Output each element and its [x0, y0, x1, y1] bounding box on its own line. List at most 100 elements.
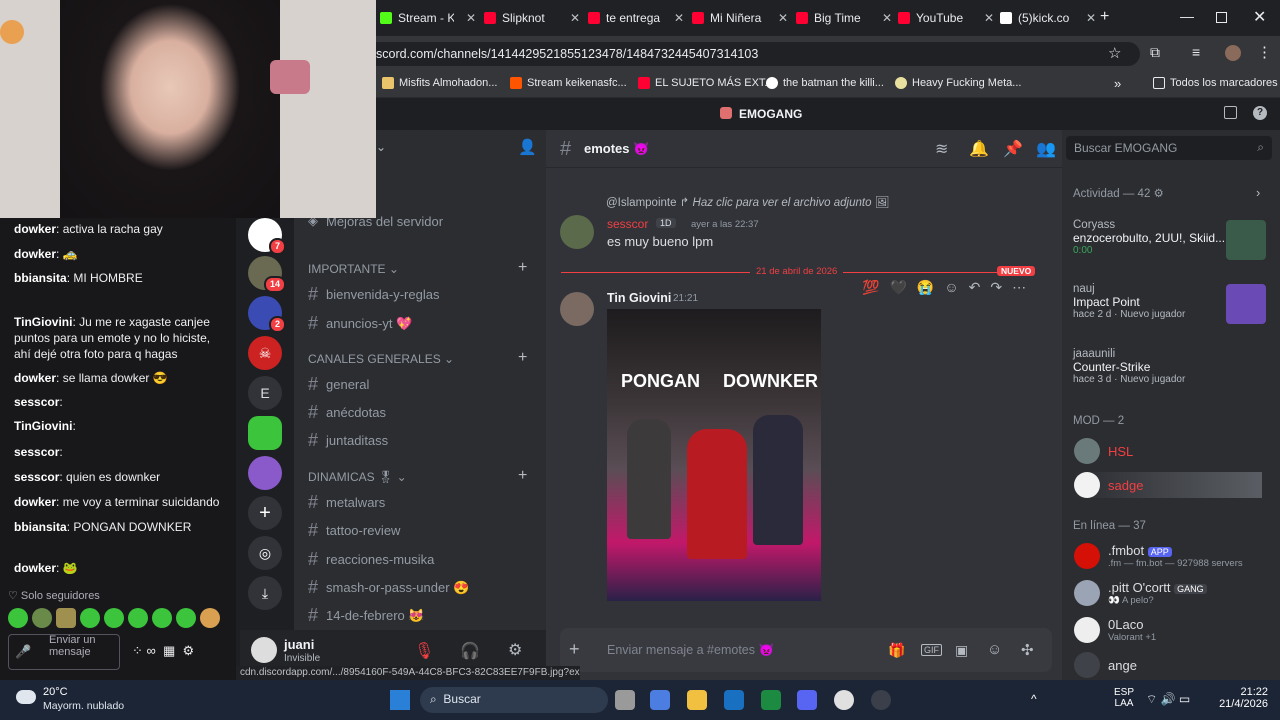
bell-icon[interactable]: 🔔 — [969, 139, 989, 159]
avatar[interactable] — [560, 292, 594, 326]
activity-card[interactable]: jaaaunili Counter-Strike hace 3 d · Nuev… — [1073, 348, 1263, 398]
tab-item[interactable]: te entrega ✕ — [588, 4, 684, 32]
channel-smash[interactable]: # smash-or-pass-under 😍 — [308, 577, 469, 598]
star-icon[interactable]: ☆ — [1108, 44, 1121, 62]
more-icon[interactable]: ⋯ — [1012, 279, 1026, 299]
all-bookmarks[interactable]: Todos los marcadores — [1153, 77, 1278, 89]
reaction-icon[interactable]: 💯 — [862, 279, 879, 299]
category-important[interactable]: IMPORTANTE ⌄ — [308, 262, 399, 276]
chat-username[interactable]: sesscor — [14, 395, 59, 409]
channel-general[interactable]: # general — [308, 374, 369, 395]
tray-chevron-icon[interactable]: ^ — [1031, 692, 1037, 706]
settings-gear-icon[interactable]: ⚙ — [508, 640, 522, 660]
close-window-button[interactable]: ✕ — [1253, 7, 1266, 27]
windows-start-icon[interactable] — [390, 690, 410, 710]
channel-metalwars[interactable]: # metalwars — [308, 492, 385, 513]
channel-reacciones[interactable]: # reacciones-musika — [308, 549, 434, 570]
chat-username[interactable]: dowker — [14, 371, 56, 385]
member-item[interactable]: HSL — [1074, 438, 1133, 464]
server-icon[interactable]: 7 — [248, 218, 286, 255]
reaction-icon[interactable]: 😭 — [917, 279, 934, 299]
category-general[interactable]: CANALES GENERALES ⌄ — [308, 352, 454, 366]
explorer-icon[interactable] — [687, 690, 707, 710]
category-dinamicas[interactable]: DINAMICAS 🎖 ⌄ — [308, 470, 407, 484]
bookmark-item[interactable]: Heavy Fucking Meta... — [895, 77, 1021, 89]
gift-icon[interactable]: 🎁 — [888, 642, 905, 659]
channel-anuncios[interactable]: # anuncios-yt 💖 — [308, 313, 412, 334]
close-tab-icon[interactable]: ✕ — [466, 11, 476, 25]
message-author[interactable]: Tin Giovini — [607, 291, 671, 305]
avatar[interactable] — [560, 215, 594, 249]
emote-icon[interactable] — [80, 608, 100, 628]
channel-juntaditass[interactable]: # juntaditass — [308, 430, 388, 451]
apps-icon[interactable]: ✣ — [1021, 641, 1034, 659]
chat-input[interactable]: 🎤 Enviar un mensaje — [8, 634, 120, 670]
reply-preview[interactable]: @Islampointe ↱ Haz clic para ver el arch… — [606, 195, 889, 209]
server-icon[interactable] — [248, 416, 282, 450]
add-reaction-icon[interactable]: ☺ — [944, 279, 958, 299]
chat-username[interactable]: dowker — [14, 222, 56, 236]
chat-username[interactable]: bbiansita — [14, 271, 67, 285]
server-icon[interactable]: 14 — [248, 256, 286, 293]
tab-item[interactable]: Mi Niñera ✕ — [692, 4, 788, 32]
close-tab-icon[interactable]: ✕ — [882, 11, 892, 25]
chat-username[interactable]: bbiansita — [14, 520, 67, 534]
message-author[interactable]: sesscor — [607, 217, 648, 231]
chevron-right-icon[interactable]: › — [1256, 185, 1260, 200]
emote-icon[interactable] — [176, 608, 196, 628]
headphones-icon[interactable]: 🎧 — [460, 641, 480, 661]
minimize-button[interactable]: — — [1180, 8, 1194, 24]
discord-icon[interactable] — [797, 690, 817, 710]
weather-temp[interactable]: 20°C — [43, 686, 68, 698]
message-input[interactable]: Enviar mensaje a #emotes 👿 — [607, 643, 774, 658]
emote-icon[interactable] — [56, 608, 76, 628]
member-item[interactable]: .pitt O'cortt GANG 👀 A pelo? — [1074, 580, 1207, 606]
copilot-icon[interactable] — [650, 690, 670, 710]
emoji-icon[interactable]: ☺ — [987, 641, 1002, 658]
close-tab-icon[interactable]: ✕ — [984, 11, 994, 25]
tab-item[interactable]: (5)kick.co ✕ — [1000, 4, 1096, 32]
new-tab-button[interactable]: + — [1100, 8, 1109, 26]
bookmark-item[interactable]: the batman the killi... — [766, 77, 884, 89]
chat-username[interactable]: sesscor — [14, 445, 59, 459]
help-icon[interactable]: ? — [1253, 106, 1267, 120]
tab-item[interactable]: Stream - K ✕ — [380, 4, 476, 32]
store-icon[interactable] — [724, 690, 744, 710]
threads-icon[interactable]: ≋ — [935, 139, 948, 159]
member-item[interactable]: 0Laco Valorant +1 — [1074, 617, 1156, 643]
profile-avatar[interactable] — [1225, 45, 1241, 61]
close-tab-icon[interactable]: ✕ — [674, 11, 684, 25]
tab-item[interactable]: Slipknot ✕ — [484, 4, 580, 32]
url-field[interactable]: scord.com/channels/1414429521855123478/1… — [360, 42, 1140, 66]
chat-username[interactable]: TinGiovini — [14, 315, 72, 329]
bookmark-item[interactable]: EL SUJETO MÁS EXT... — [638, 77, 774, 89]
server-icon[interactable] — [248, 456, 282, 490]
chevron-down-icon[interactable]: ⌄ — [376, 140, 386, 154]
reaction-icon[interactable]: 🖤 — [889, 279, 906, 299]
tray-icons[interactable]: ⌔ 🔊 ▭ — [1146, 692, 1190, 707]
close-tab-icon[interactable]: ✕ — [570, 11, 580, 25]
excel-icon[interactable] — [761, 690, 781, 710]
chat-username[interactable]: dowker — [14, 495, 56, 509]
attach-plus-icon[interactable]: + — [569, 639, 580, 660]
channel-14-febrero[interactable]: #14-de-febrero 😻 — [308, 605, 425, 626]
member-item[interactable]: .fmbot APP .fm — fm.bot — 927988 servers — [1074, 543, 1243, 569]
menu-icon[interactable]: ⋮ — [1257, 43, 1272, 61]
chat-username[interactable]: dowker — [14, 247, 56, 261]
member-item[interactable]: sadge — [1074, 472, 1262, 498]
close-tab-icon[interactable]: ✕ — [1086, 11, 1096, 25]
pin-icon[interactable]: 📌 — [1003, 139, 1023, 159]
emote-icon[interactable] — [32, 608, 52, 628]
chat-username[interactable]: TinGiovini — [14, 419, 72, 433]
chrome-icon[interactable] — [834, 690, 854, 710]
mute-icon[interactable]: 🎙 — [414, 641, 434, 661]
maximize-button[interactable] — [1216, 12, 1227, 23]
emote-icon[interactable] — [128, 608, 148, 628]
member-item[interactable]: ange — [1074, 652, 1137, 678]
invite-icon[interactable]: 👤 — [518, 138, 537, 156]
gif-icon[interactable]: GIF — [921, 644, 942, 656]
chat-username[interactable]: sesscor — [14, 470, 59, 484]
emote-icon[interactable] — [200, 608, 220, 628]
download-icon[interactable]: ⤓ — [248, 576, 282, 610]
avatar[interactable] — [251, 637, 277, 663]
